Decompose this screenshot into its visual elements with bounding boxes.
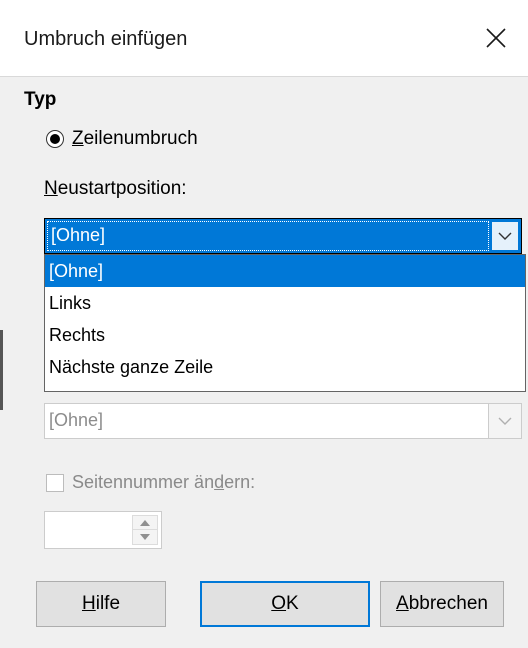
combo-selection: [Ohne]	[47, 221, 489, 251]
line-break-radio[interactable]: Zeilenumbruch	[46, 128, 198, 150]
style-combo: [Ohne]	[44, 403, 522, 439]
dialog-title: Umbruch einfügen	[24, 28, 188, 50]
cancel-button[interactable]: Abbrechen	[380, 581, 504, 627]
style-combo-value: [Ohne]	[49, 410, 104, 430]
spin-buttons	[132, 515, 158, 545]
dropdown-option[interactable]: Links	[45, 287, 525, 319]
page-number-spinbox	[44, 511, 162, 549]
arrow-up-icon	[140, 519, 150, 526]
chevron-down-icon	[498, 417, 512, 425]
arrow-down-icon	[140, 534, 150, 540]
restart-position-label: Neustartposition:	[44, 178, 187, 199]
dropdown-option[interactable]: Rechts	[45, 319, 525, 351]
dropdown-option[interactable]: Nächste ganze Zeile	[45, 351, 525, 383]
change-page-number-label: Seitennummer ändern:	[72, 472, 256, 492]
chevron-down-icon	[498, 232, 512, 240]
radio-label: Zeilenumbruch	[72, 128, 198, 149]
help-button[interactable]: Hilfe	[36, 581, 166, 627]
change-page-number-checkbox	[46, 473, 64, 492]
combo-dropdown-button[interactable]	[491, 221, 519, 251]
title-bar: Umbruch einfügen	[0, 0, 528, 77]
radio-button[interactable]	[46, 130, 64, 148]
radio-selected-dot	[50, 134, 60, 144]
dropdown-option[interactable]: [Ohne]	[45, 255, 525, 287]
spin-down-button	[132, 530, 158, 545]
spin-up-button	[132, 515, 158, 530]
close-button[interactable]	[476, 18, 516, 58]
close-icon	[486, 28, 506, 48]
change-page-number-checkbox-row: Seitennummer ändern:	[46, 472, 255, 493]
restart-position-combo[interactable]: [Ohne]	[44, 218, 522, 254]
window-edge	[0, 330, 3, 410]
combo-value: [Ohne]	[51, 225, 106, 245]
style-combo-button	[488, 404, 521, 438]
ok-button[interactable]: OK	[200, 581, 370, 627]
type-section-label: Typ	[24, 89, 57, 110]
restart-position-dropdown-list: [Ohne] Links Rechts Nächste ganze Zeile	[44, 254, 526, 392]
